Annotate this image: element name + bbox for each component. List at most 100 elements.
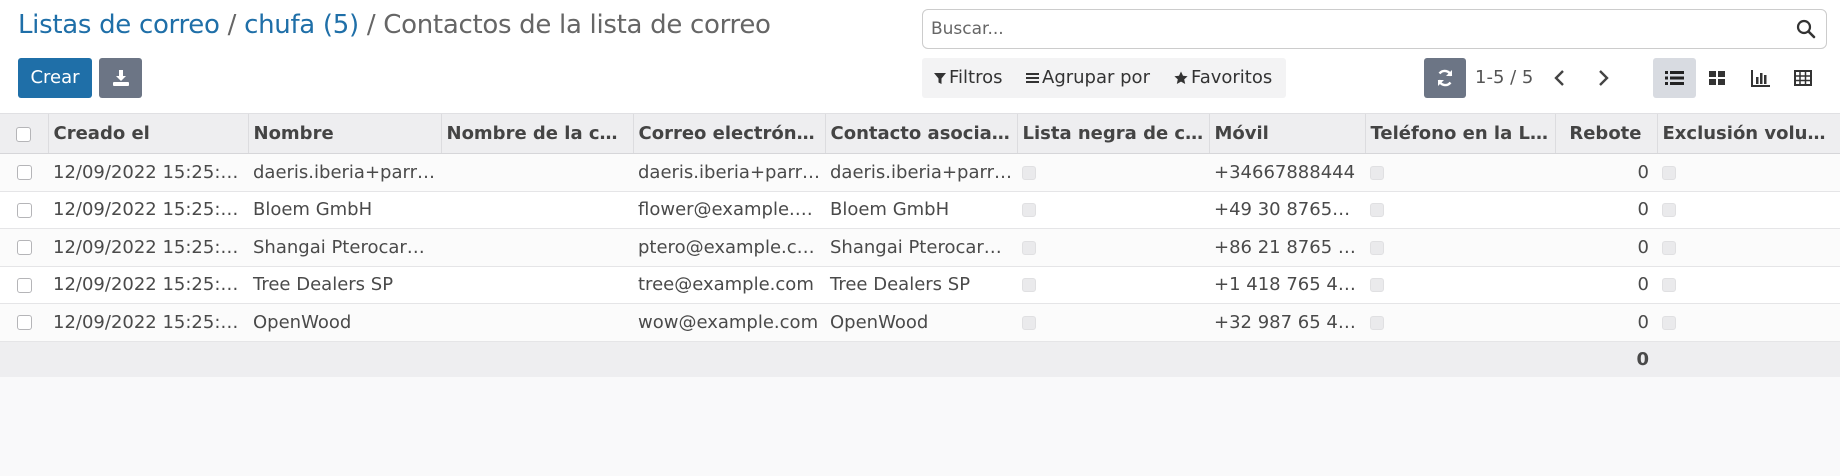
- select-all-checkbox[interactable]: [16, 126, 32, 142]
- download-button[interactable]: [99, 58, 142, 98]
- cell-name[interactable]: Shangai Pterocarp…: [248, 228, 441, 267]
- cell-created[interactable]: 12/09/2022 15:25:15: [48, 228, 248, 267]
- pager-next-button[interactable]: [1585, 58, 1623, 98]
- cell-linked-contact[interactable]: Shangai Pterocarp…: [825, 228, 1017, 267]
- footer-cell: [1209, 341, 1365, 377]
- cell-blacklist: [1017, 228, 1209, 267]
- row-select-cell: [0, 266, 48, 304]
- footer-cell: [825, 341, 1017, 377]
- cell-phone-blacklist: [1365, 191, 1555, 229]
- cell-blacklist: [1017, 266, 1209, 304]
- cell-mobile[interactable]: +86 21 8765 4321: [1209, 228, 1365, 267]
- pivot-view-button[interactable]: [1782, 58, 1825, 98]
- footer-cell: [441, 341, 633, 377]
- column-header-blacklist[interactable]: Lista negra de corr…: [1016, 113, 1209, 154]
- cell-mobile[interactable]: +32 987 65 43 21: [1209, 303, 1365, 342]
- column-header-linked-contact[interactable]: Contacto asociad…: [824, 113, 1017, 154]
- refresh-button[interactable]: [1424, 58, 1466, 98]
- favorites-toggle[interactable]: Favoritos: [1174, 58, 1272, 98]
- column-header-phone-blacklist[interactable]: Teléfono en la List…: [1364, 113, 1555, 154]
- row-checkbox[interactable]: [16, 315, 32, 331]
- cell-bounce[interactable]: 0: [1555, 303, 1657, 342]
- cell-linked-contact[interactable]: Bloem GmbH: [825, 191, 1017, 229]
- cell-created[interactable]: 12/09/2022 15:25:15: [48, 266, 248, 304]
- breadcrumb-mailing-lists[interactable]: Listas de correo: [18, 10, 220, 40]
- cell-created[interactable]: 12/09/2022 15:25:15: [48, 153, 248, 192]
- table-row[interactable]: 12/09/2022 15:25:15 Shangai Pterocarp… pte…: [0, 228, 1840, 267]
- search-input[interactable]: [931, 10, 1791, 48]
- cell-bounce[interactable]: 0: [1555, 266, 1657, 304]
- column-header-company-name[interactable]: Nombre de la com…: [440, 113, 633, 154]
- row-select-cell: [0, 303, 48, 342]
- cell-email[interactable]: wow@example.com: [633, 303, 825, 342]
- download-icon: [113, 70, 129, 86]
- control-panel: Listas de correo / chufa (5) / Contactos de …: [0, 0, 1840, 113]
- column-header-created[interactable]: Creado el: [47, 113, 248, 154]
- cell-created[interactable]: 12/09/2022 15:25:15: [48, 303, 248, 342]
- breadcrumb-list-chufa[interactable]: chufa (5): [244, 10, 359, 40]
- column-header-mobile[interactable]: Móvil: [1208, 113, 1365, 154]
- cell-name[interactable]: Tree Dealers SP: [248, 266, 441, 304]
- cell-blacklist: [1017, 303, 1209, 342]
- filters-toggle[interactable]: Filtros: [934, 58, 1003, 98]
- table-row[interactable]: 12/09/2022 15:25:15 Bloem GmbH flower@exam…: [0, 191, 1840, 229]
- list-view-button[interactable]: [1653, 58, 1696, 98]
- cell-created[interactable]: 12/09/2022 15:25:15: [48, 191, 248, 229]
- cell-company-name[interactable]: [441, 228, 633, 267]
- cell-bounce[interactable]: 0: [1555, 191, 1657, 229]
- create-button[interactable]: Crear: [18, 58, 92, 98]
- cell-bounce[interactable]: 0: [1555, 228, 1657, 267]
- cell-name[interactable]: OpenWood: [248, 303, 441, 342]
- table-row[interactable]: 12/09/2022 15:25:15 daeris.iberia+parra… d…: [0, 153, 1840, 192]
- phone-blacklist-checkbox: [1370, 203, 1384, 218]
- column-header-bounce[interactable]: Rebote: [1554, 113, 1657, 154]
- table-footer-row: 0: [0, 341, 1840, 377]
- column-header-name[interactable]: Nombre: [247, 113, 441, 154]
- kanban-view-icon: [1709, 71, 1725, 85]
- cell-email[interactable]: ptero@example.co…: [633, 228, 825, 267]
- search-icon[interactable]: [1796, 19, 1816, 39]
- phone-blacklist-checkbox: [1370, 278, 1384, 293]
- kanban-view-button[interactable]: [1696, 58, 1739, 98]
- cell-linked-contact[interactable]: daeris.iberia+parra…: [825, 153, 1017, 192]
- cell-linked-contact[interactable]: OpenWood: [825, 303, 1017, 342]
- cell-company-name[interactable]: [441, 266, 633, 304]
- footer-cell: [0, 341, 48, 377]
- table-header-row: Creado el Nombre Nombre de la com… Corre…: [0, 113, 1840, 154]
- row-checkbox[interactable]: [16, 165, 32, 181]
- group-by-toggle[interactable]: Agrupar por: [1026, 58, 1150, 98]
- filter-icon: [934, 72, 946, 84]
- row-checkbox[interactable]: [16, 202, 32, 218]
- row-select-cell: [0, 191, 48, 229]
- cell-email[interactable]: flower@example.c…: [633, 191, 825, 229]
- pager-value[interactable]: 1-5 / 5: [1475, 58, 1533, 98]
- cell-opt-out: [1657, 228, 1840, 267]
- cell-company-name[interactable]: [441, 153, 633, 192]
- cell-mobile[interactable]: +34667888444: [1209, 153, 1365, 192]
- graph-view-button[interactable]: [1739, 58, 1782, 98]
- column-header-opt-out[interactable]: Exclusión voluntar…: [1656, 113, 1840, 154]
- row-checkbox[interactable]: [16, 277, 32, 293]
- column-header-email[interactable]: Correo electrónico…: [632, 113, 825, 154]
- cell-mobile[interactable]: +1 418 765 4321: [1209, 266, 1365, 304]
- cell-company-name[interactable]: [441, 191, 633, 229]
- group-by-label: Agrupar por: [1042, 67, 1150, 88]
- cell-company-name[interactable]: [441, 303, 633, 342]
- blacklist-checkbox: [1022, 278, 1036, 293]
- table-row[interactable]: 12/09/2022 15:25:15 OpenWood wow@example.c…: [0, 303, 1840, 342]
- chevron-right-icon: [1599, 70, 1609, 86]
- group-by-icon: [1026, 73, 1039, 83]
- cell-mobile[interactable]: +49 30 876543…: [1209, 191, 1365, 229]
- cell-linked-contact[interactable]: Tree Dealers SP: [825, 266, 1017, 304]
- cell-name[interactable]: daeris.iberia+parra…: [248, 153, 441, 192]
- view-switcher: [1653, 58, 1827, 98]
- table-row[interactable]: 12/09/2022 15:25:15 Tree Dealers SP tree@e…: [0, 266, 1840, 304]
- pager-previous-button[interactable]: [1542, 58, 1580, 98]
- cell-bounce[interactable]: 0: [1555, 153, 1657, 192]
- cell-name[interactable]: Bloem GmbH: [248, 191, 441, 229]
- cell-phone-blacklist: [1365, 153, 1555, 192]
- cell-email[interactable]: tree@example.com: [633, 266, 825, 304]
- footer-cell: [1017, 341, 1209, 377]
- cell-email[interactable]: daeris.iberia+parra…: [633, 153, 825, 192]
- row-checkbox[interactable]: [16, 240, 32, 256]
